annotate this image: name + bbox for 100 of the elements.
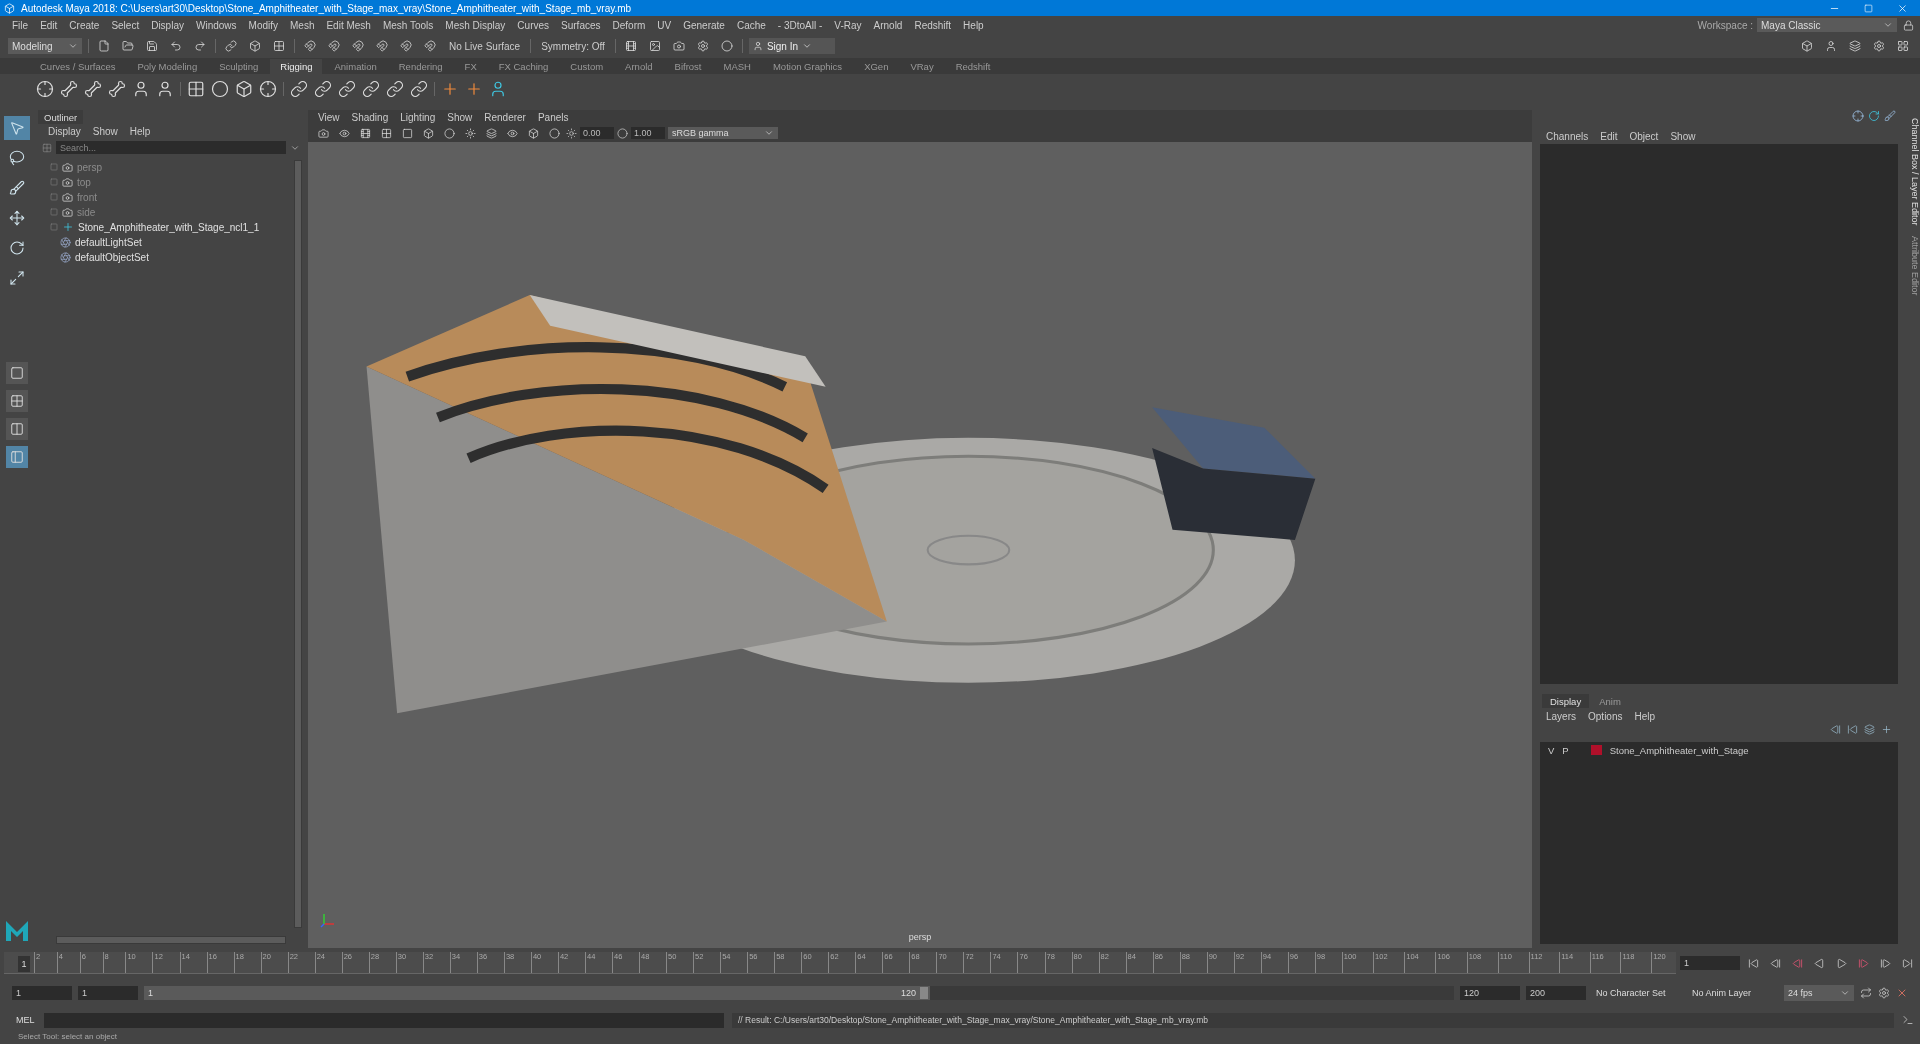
- menu-item[interactable]: Layers: [1540, 710, 1582, 722]
- gamma-icon[interactable]: [617, 127, 628, 139]
- end-frame-field[interactable]: 200: [1526, 986, 1586, 1000]
- sun-icon[interactable]: [464, 127, 476, 139]
- link-icon[interactable]: [314, 80, 332, 98]
- link-icon[interactable]: [225, 40, 237, 52]
- film-icon[interactable]: [624, 40, 637, 52]
- shelf-tab[interactable]: FX Caching: [488, 59, 559, 74]
- shelf-tab[interactable]: VRay: [900, 59, 944, 74]
- grid-icon[interactable]: [273, 40, 285, 52]
- film-icon[interactable]: [359, 127, 371, 139]
- brush-icon[interactable]: [1884, 110, 1896, 122]
- link-icon[interactable]: [410, 80, 428, 98]
- bone-icon[interactable]: [60, 80, 78, 98]
- menu-item[interactable]: Object: [1623, 130, 1665, 142]
- cube-icon[interactable]: [527, 127, 539, 139]
- crosshair-icon[interactable]: [259, 80, 277, 98]
- magnet-icon[interactable]: [304, 40, 316, 52]
- folder-icon[interactable]: [122, 40, 134, 52]
- menu-item[interactable]: Shading: [345, 111, 395, 123]
- menu-item[interactable]: - 3DtoAll -: [771, 19, 829, 31]
- layers-icon[interactable]: [1864, 724, 1875, 735]
- shelf-tab[interactable]: MASH: [713, 59, 761, 74]
- start-frame-field[interactable]: 1: [12, 986, 72, 1000]
- cube-icon[interactable]: [1801, 40, 1813, 52]
- menu-item[interactable]: Help: [123, 126, 157, 137]
- menu-item[interactable]: Mesh Tools: [376, 19, 440, 31]
- camera-icon[interactable]: [317, 127, 329, 139]
- layer-color-swatch[interactable]: [1590, 745, 1602, 755]
- redo-icon[interactable]: [194, 40, 206, 52]
- plus-icon[interactable]: [1881, 724, 1892, 735]
- shelf-tab[interactable]: XGen: [854, 59, 899, 74]
- shelf-tab[interactable]: Curves / Surfaces: [30, 59, 126, 74]
- scrollbar[interactable]: [294, 160, 302, 928]
- menu-item[interactable]: Windows: [189, 19, 243, 31]
- select-tool[interactable]: [4, 116, 30, 140]
- outliner-item[interactable]: Stone_Amphitheater_with_Stage_ncl1_1: [78, 221, 260, 233]
- magnet-icon[interactable]: [400, 40, 412, 52]
- eye-icon[interactable]: [506, 127, 518, 139]
- menu-item[interactable]: Edit: [1594, 130, 1624, 142]
- eye-icon[interactable]: [338, 127, 350, 139]
- cube-icon[interactable]: [422, 127, 434, 139]
- shelf-tab[interactable]: Redshift: [945, 59, 1001, 74]
- step-back-icon[interactable]: [1769, 957, 1781, 969]
- menu-item[interactable]: Help: [957, 19, 990, 31]
- shelf-tab[interactable]: Poly Modeling: [127, 59, 208, 74]
- magnet-icon[interactable]: [376, 40, 388, 52]
- sphere-icon[interactable]: [548, 127, 560, 139]
- layer-name[interactable]: Stone_Amphitheater_with_Stage: [1609, 744, 1749, 756]
- close-icon[interactable]: [1896, 2, 1908, 14]
- skip-forward-icon[interactable]: [1901, 957, 1913, 969]
- single-view-layout-button[interactable]: [6, 362, 28, 384]
- grid-icon[interactable]: [380, 127, 392, 139]
- menu-item[interactable]: V-Ray: [828, 19, 868, 31]
- sphere-icon[interactable]: [443, 127, 455, 139]
- menu-item[interactable]: Edit: [34, 19, 64, 31]
- magnet-icon[interactable]: [352, 40, 364, 52]
- search-field[interactable]: Search...: [56, 141, 286, 154]
- character-set-dropdown[interactable]: No Character Set: [1592, 985, 1682, 1001]
- link-icon[interactable]: [290, 80, 308, 98]
- exposure-field[interactable]: 0.00: [580, 127, 614, 139]
- camera-icon[interactable]: [672, 40, 685, 52]
- outliner-item[interactable]: defaultLightSet: [75, 236, 142, 248]
- menu-item[interactable]: Surfaces: [555, 19, 607, 31]
- settings-icon[interactable]: [1873, 40, 1885, 52]
- lock-icon[interactable]: [1903, 19, 1914, 31]
- shelf-tab[interactable]: FX: [454, 59, 487, 74]
- menu-item[interactable]: Modify: [242, 19, 284, 31]
- scrollbar[interactable]: [56, 936, 286, 944]
- save-icon[interactable]: [146, 40, 158, 52]
- menu-item[interactable]: Options: [1582, 710, 1629, 722]
- shelf-tab[interactable]: Bifrost: [664, 59, 712, 74]
- menu-item[interactable]: Edit Mesh: [320, 19, 377, 31]
- four-view-layout-button[interactable]: [6, 390, 28, 412]
- menu-item[interactable]: Show: [86, 126, 124, 137]
- crosshair-icon[interactable]: [36, 80, 54, 98]
- menu-item[interactable]: File: [6, 19, 35, 31]
- menu-item[interactable]: Cache: [730, 19, 772, 31]
- menu-item[interactable]: Mesh Display: [439, 19, 512, 31]
- live-surface-label[interactable]: No Live Surface: [445, 40, 525, 52]
- menu-item[interactable]: Lighting: [394, 111, 442, 123]
- menu-item[interactable]: Renderer: [478, 111, 532, 123]
- sphere-icon[interactable]: [720, 40, 733, 52]
- settings-icon[interactable]: [1878, 987, 1890, 999]
- menu-item[interactable]: Arnold: [867, 19, 909, 31]
- menu-item[interactable]: Create: [63, 19, 106, 31]
- bone-icon[interactable]: [84, 80, 102, 98]
- menu-item[interactable]: Generate: [677, 19, 731, 31]
- layer-tab[interactable]: Display: [1542, 694, 1590, 708]
- menu-item[interactable]: View: [312, 111, 346, 123]
- mode-dropdown[interactable]: Modeling: [8, 38, 82, 54]
- circle-icon[interactable]: [211, 80, 229, 98]
- menu-item[interactable]: Display: [42, 126, 87, 137]
- settings-icon[interactable]: [696, 40, 709, 52]
- figure-icon[interactable]: [1825, 40, 1837, 52]
- magnet-icon[interactable]: [328, 40, 340, 52]
- play-backwards-icon[interactable]: [1813, 957, 1825, 969]
- language-label[interactable]: MEL: [16, 1015, 36, 1025]
- range-slider-track[interactable]: 1 120: [144, 986, 1454, 1000]
- fps-dropdown[interactable]: 24 fps: [1784, 985, 1854, 1001]
